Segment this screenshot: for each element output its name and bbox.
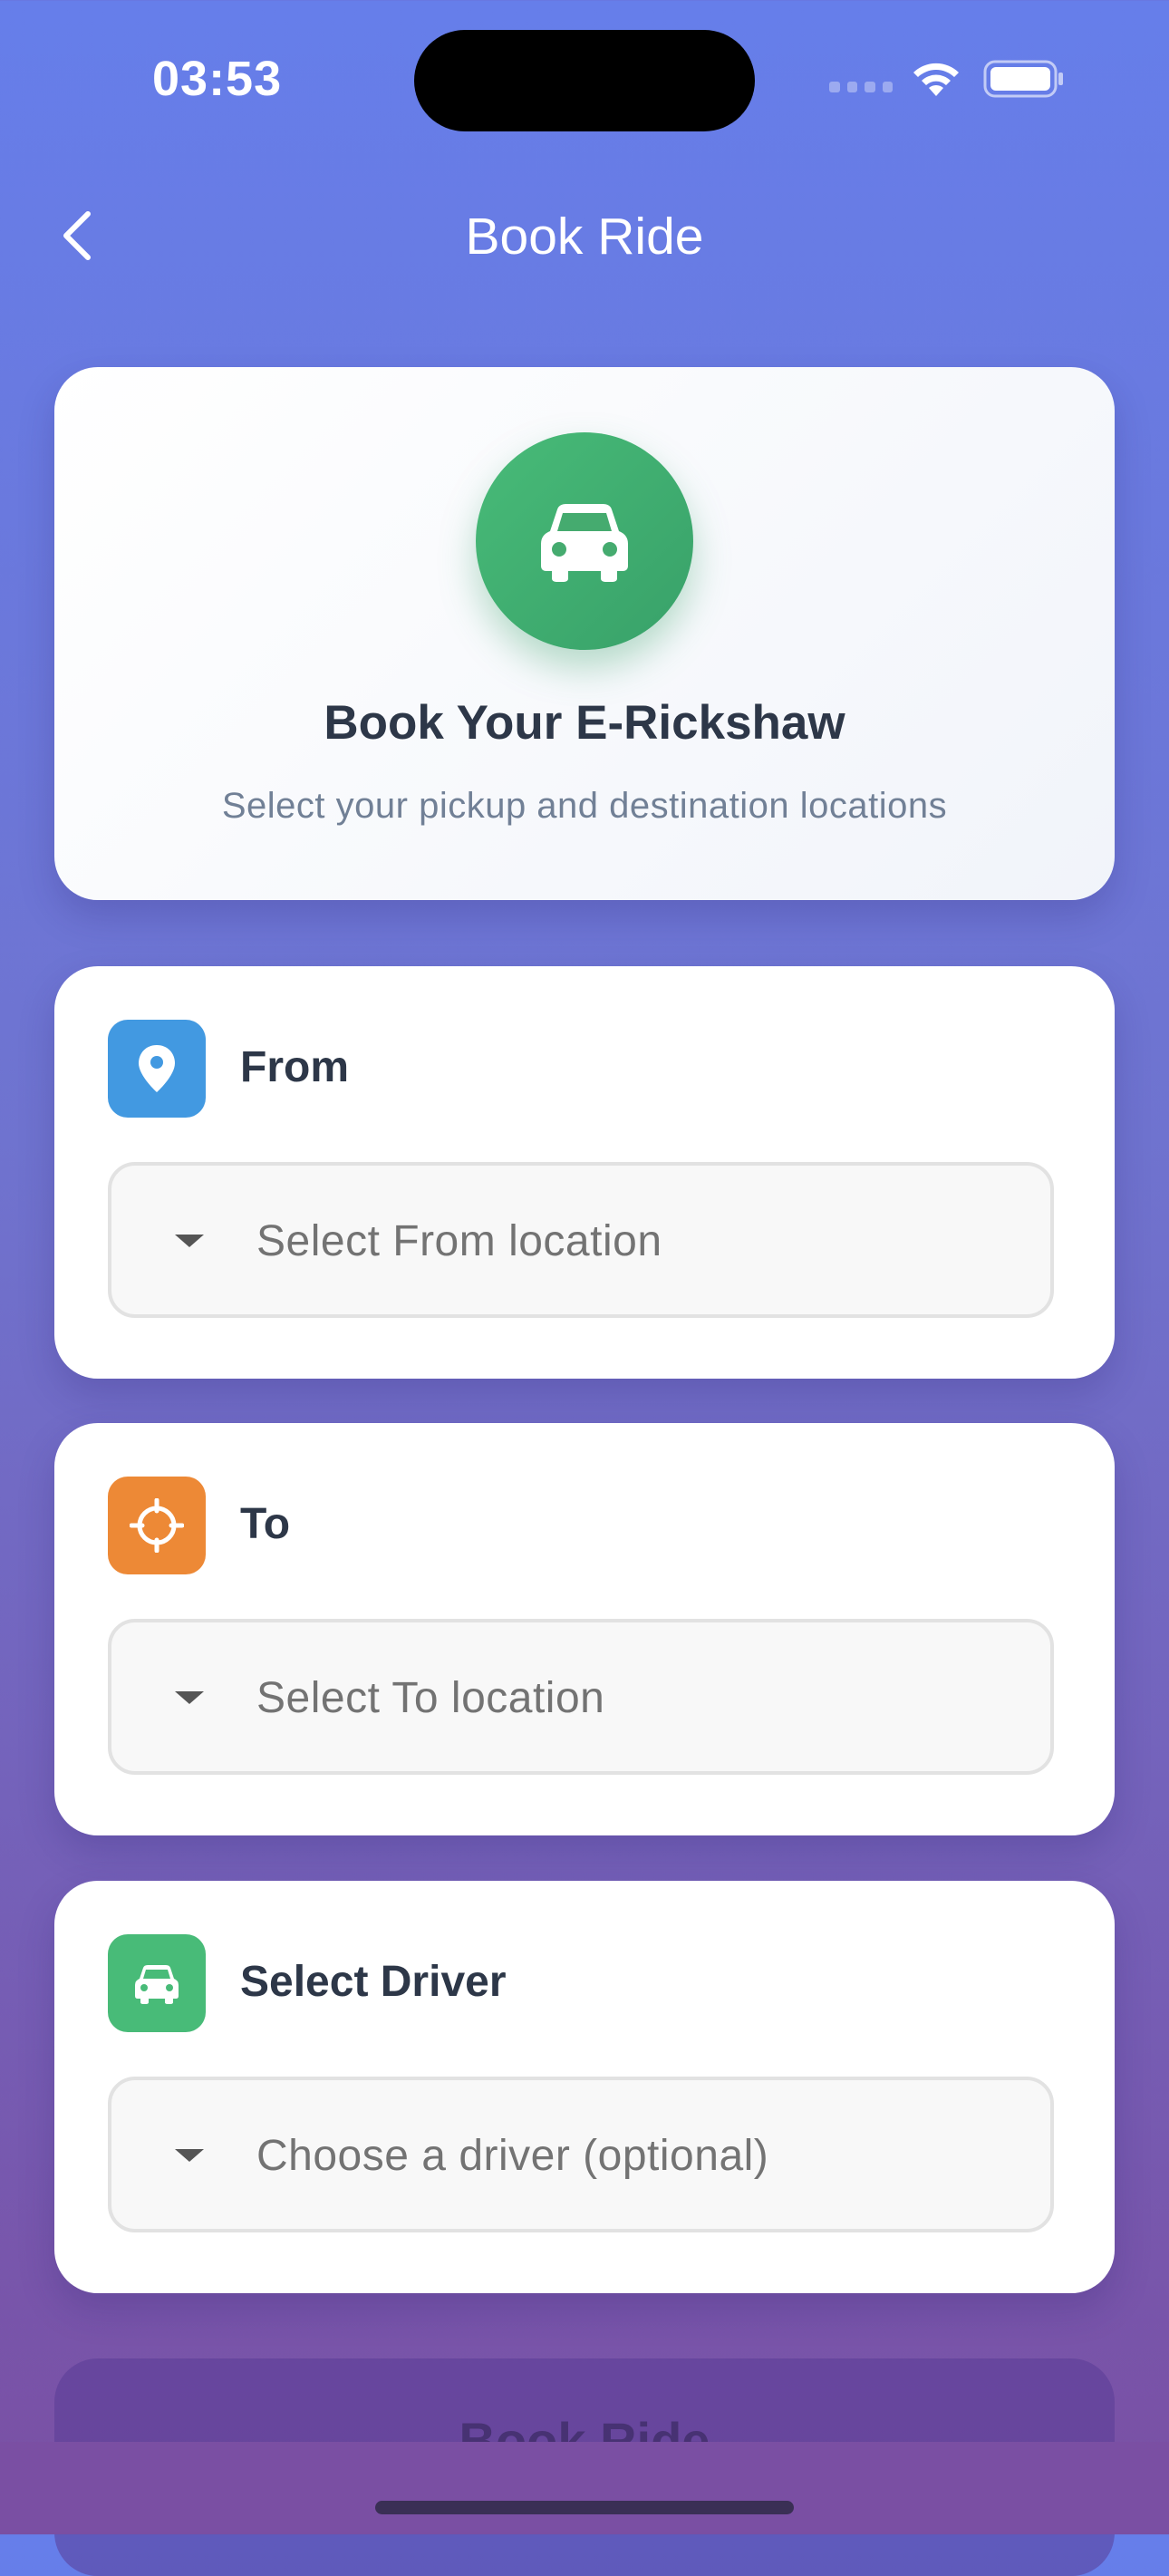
bottom-safe-area xyxy=(0,2442,1169,2534)
caret-down-icon xyxy=(175,2149,204,2162)
from-location-card: From Select From location xyxy=(54,966,1115,1379)
driver-card: Select Driver Choose a driver (optional) xyxy=(54,1881,1115,2293)
to-location-placeholder: Select To location xyxy=(256,1674,605,1722)
battery-icon xyxy=(983,60,1063,98)
from-icon-badge xyxy=(108,1020,206,1118)
home-indicator[interactable] xyxy=(375,2501,794,2514)
status-time: 03:53 xyxy=(152,52,283,106)
crosshair-icon xyxy=(130,1498,184,1553)
caret-down-icon xyxy=(175,1691,204,1704)
car-icon xyxy=(135,1964,179,2004)
to-location-select[interactable]: Select To location xyxy=(108,1619,1054,1775)
driver-placeholder: Choose a driver (optional) xyxy=(256,2132,769,2180)
driver-label: Select Driver xyxy=(240,1958,507,2006)
hero-title: Book Your E-Rickshaw xyxy=(324,696,845,750)
dynamic-island xyxy=(414,30,755,131)
to-location-card: To Select To location xyxy=(54,1423,1115,1835)
car-icon xyxy=(541,504,628,582)
driver-select[interactable]: Choose a driver (optional) xyxy=(108,2077,1054,2232)
hero-card: Book Your E-Rickshaw Select your pickup … xyxy=(54,367,1115,900)
to-label: To xyxy=(240,1500,291,1548)
status-bar: 03:53 xyxy=(0,0,1169,154)
from-label: From xyxy=(240,1043,349,1091)
from-location-select[interactable]: Select From location xyxy=(108,1162,1054,1318)
cellular-signal-icon xyxy=(829,82,893,94)
caret-down-icon xyxy=(175,1235,204,1247)
hero-subtitle: Select your pickup and destination locat… xyxy=(221,786,948,826)
from-location-placeholder: Select From location xyxy=(256,1217,662,1265)
map-pin-icon xyxy=(139,1045,175,1092)
page-title: Book Ride xyxy=(465,208,704,266)
hero-icon-circle xyxy=(476,432,693,650)
app-header: Book Ride xyxy=(0,181,1169,290)
driver-icon-badge xyxy=(108,1934,206,2032)
to-icon-badge xyxy=(108,1477,206,1574)
wifi-icon xyxy=(913,63,959,96)
